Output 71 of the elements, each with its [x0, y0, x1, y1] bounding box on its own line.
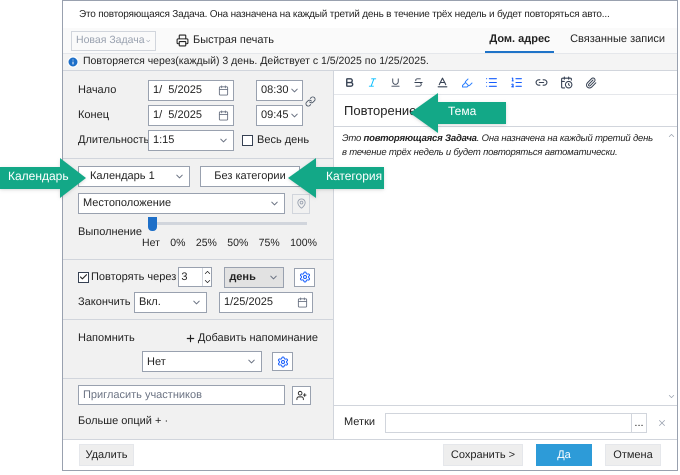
reminder-select[interactable]: Нет [142, 351, 262, 372]
settings-button[interactable] [294, 268, 316, 287]
tick-label: 25% [196, 236, 217, 251]
underline-icon[interactable] [390, 77, 401, 88]
info-message: Повторяется через(каждый) 3 день. Действует с 1/5/2025 по 1/25/2025. [83, 54, 429, 70]
gear-icon [276, 356, 288, 368]
body-text: Это повторяющаяся Задача. Она назначена на каждый третий день в течение трёх недель и будет повторяться автоматически. [342, 132, 654, 160]
quick-print-button[interactable]: Быстрая печать [193, 32, 274, 49]
tags-label: Метки [344, 415, 376, 430]
field-label: Конец [78, 108, 110, 124]
tick-label: 50% [227, 236, 248, 251]
paperclip-icon[interactable] [585, 76, 597, 88]
calendar-icon [218, 110, 229, 121]
link-icon[interactable] [305, 96, 316, 107]
calendar-clock-icon[interactable] [560, 76, 573, 89]
gear-icon [298, 271, 311, 284]
count-spinner[interactable]: 3 [178, 267, 212, 288]
unit-select[interactable]: день [224, 266, 284, 288]
date-field[interactable]: 1/25/2025 [219, 292, 313, 313]
strikethrough-icon[interactable] [413, 77, 424, 88]
font-color-icon[interactable] [436, 76, 449, 89]
invite-field[interactable]: Пригласить участников [78, 385, 285, 406]
date-field[interactable]: 1/ 5/2025 [148, 105, 234, 126]
field-label: Выполнение [78, 225, 142, 240]
location-select[interactable]: Местоположение [78, 193, 285, 214]
checkbox[interactable] [242, 135, 253, 146]
settings-button[interactable] [272, 352, 293, 372]
add-user-icon [296, 390, 307, 401]
finish-select[interactable]: Вкл. [134, 292, 207, 313]
printer-icon[interactable] [176, 34, 189, 47]
duration-select[interactable]: 1:15 [148, 130, 234, 151]
tab[interactable]: Связанные записи [566, 28, 669, 53]
scroll-up-icon[interactable] [666, 131, 676, 140]
window-title: Это повторяющаяся Задача. Она назначена на каждый третий день в течение трёх недель и будет повторяться авто... [79, 8, 610, 22]
field-label: Напомнить [78, 330, 135, 346]
callout-label: Календарь [8, 170, 69, 182]
plus-icon[interactable] [184, 332, 196, 344]
add-user-button[interactable] [292, 386, 311, 405]
checkbox-label: Весь день [257, 133, 310, 148]
time-select[interactable]: 08:30 [256, 80, 303, 101]
add-reminder-link[interactable]: Добавить напоминание [198, 330, 318, 346]
subject-field[interactable]: Повторение [344, 100, 416, 120]
callout-label: Категория [326, 170, 382, 182]
callout-label: Тема [448, 105, 476, 117]
bullet-list-icon[interactable] [485, 76, 498, 89]
field-label: Длительность [78, 133, 148, 148]
category-button[interactable]: Без категории [200, 166, 300, 187]
calendar-select[interactable]: Календарь 1 [78, 166, 190, 187]
tick-label: 0% [170, 236, 186, 251]
calendar-icon [218, 85, 229, 96]
highlighter-icon[interactable] [461, 76, 473, 88]
tags-field[interactable]: ... [385, 412, 647, 432]
tick-label: 75% [258, 236, 280, 251]
time-select[interactable]: 09:45 [256, 105, 303, 126]
bold-icon[interactable] [344, 77, 355, 88]
dialog-button[interactable]: Отмена [605, 444, 661, 466]
clear-icon[interactable] [657, 418, 667, 428]
field-label: Закончить [78, 295, 132, 310]
calendar-icon [297, 296, 308, 308]
field-label: Начало [78, 83, 118, 98]
tick-label: 100% [290, 236, 317, 251]
dialog-button[interactable]: Сохранить > [443, 444, 523, 466]
checkbox-label: Повторять через [91, 270, 176, 285]
numbered-list-icon[interactable] [510, 76, 523, 89]
delete-button[interactable]: Удалить [79, 444, 134, 466]
map-pin-icon [296, 198, 306, 209]
more-options-link[interactable]: Больше опций + · [78, 413, 168, 430]
date-field[interactable]: 1/ 5/2025 [148, 80, 234, 101]
scroll-down-icon[interactable] [666, 392, 676, 401]
checkbox[interactable] [78, 272, 89, 283]
tick-label: Нет [142, 236, 160, 251]
